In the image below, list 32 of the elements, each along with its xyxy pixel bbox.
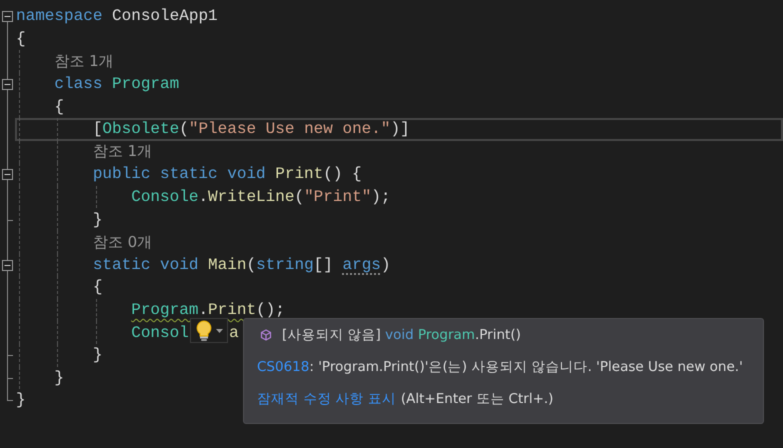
reference-count[interactable]: 참조 1개 xyxy=(92,142,152,162)
method-icon xyxy=(260,329,272,341)
code-line: public static void Print() { xyxy=(92,165,362,184)
code-line: } xyxy=(16,391,26,410)
code-fragment: a xyxy=(229,324,239,342)
code-line: { xyxy=(54,98,64,116)
code-line: Program.Print(); xyxy=(131,301,285,320)
code-line: class Program xyxy=(54,75,180,94)
code-line: [Obsolete("Please Use new one.")] xyxy=(92,120,410,138)
code-line: } xyxy=(92,346,102,364)
code-line: static void Main(string[] args) xyxy=(92,256,390,274)
code-line: { xyxy=(92,278,102,296)
code-line: Consol xyxy=(131,324,189,342)
error-code-link[interactable]: CS0618 xyxy=(257,359,310,375)
show-fixes-link[interactable]: 잠재적 수정 사항 표시 xyxy=(257,390,396,408)
code-line: } xyxy=(54,368,64,387)
lightbulb-button[interactable] xyxy=(190,318,228,343)
collapse-icon[interactable] xyxy=(2,78,13,90)
collapse-icon[interactable] xyxy=(2,11,13,22)
method-signature: [사용되지 않음] void Program.Print() xyxy=(282,326,521,344)
error-message: : 'Program.Print()'은(는) 사용되지 않습니다. 'Please Use new one.' xyxy=(309,358,743,376)
code-line: } xyxy=(92,210,102,229)
caret-icon xyxy=(216,328,223,332)
collapse-icon[interactable] xyxy=(2,169,13,180)
shortcut-hint: (Alt+Enter 또는 Ctrl+.) xyxy=(400,390,554,408)
code-line: namespace ConsoleApp1 xyxy=(16,7,218,26)
reference-count[interactable]: 참조 0개 xyxy=(92,232,152,252)
reference-count[interactable]: 참조 1개 xyxy=(54,52,114,71)
code-line: { xyxy=(16,30,26,48)
code-line: Console.WriteLine("Print"); xyxy=(131,188,390,206)
lightbulb-icon xyxy=(195,320,213,342)
collapse-icon[interactable] xyxy=(2,260,13,271)
